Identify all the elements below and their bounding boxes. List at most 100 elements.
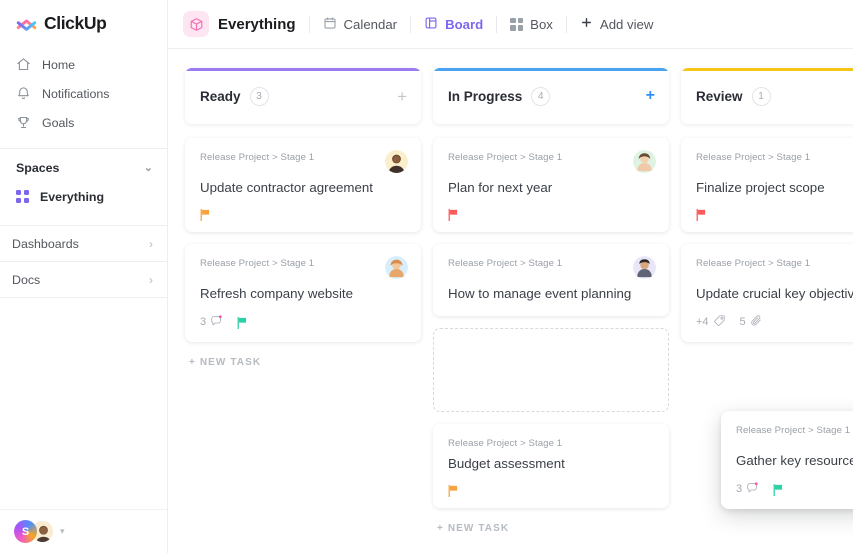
drop-placeholder bbox=[433, 327, 669, 412]
tab-box[interactable]: Box bbox=[497, 9, 566, 39]
sidebar-item-label: Notifications bbox=[42, 86, 110, 101]
task-title: Update crucial key objectives bbox=[696, 285, 853, 301]
add-task-icon[interactable]: + bbox=[397, 88, 407, 105]
clickup-logo[interactable]: ClickUp bbox=[0, 0, 167, 47]
tab-label: Board bbox=[445, 16, 484, 32]
attachment-count-value: 5 bbox=[739, 315, 746, 328]
task-title: Update contractor agreement bbox=[200, 180, 373, 195]
add-view-button[interactable]: Add view bbox=[567, 9, 667, 39]
clickup-app: ClickUp Home Notifications Goals Spaces … bbox=[0, 0, 853, 553]
add-view-label: Add view bbox=[599, 16, 654, 32]
new-task-button[interactable]: + NEW TASK bbox=[433, 520, 669, 534]
board-column-ready: Ready 3 + Release Project > Stage 1 Upda… bbox=[185, 68, 421, 553]
cube-icon bbox=[183, 11, 209, 37]
task-title: Gather key resources bbox=[736, 453, 853, 468]
task-title: Finalize project scope bbox=[696, 180, 825, 195]
priority-flag-icon[interactable] bbox=[448, 208, 459, 222]
task-card[interactable]: Release Project > Stage 1 Plan for next … bbox=[433, 138, 669, 232]
box-grid-icon bbox=[510, 17, 524, 31]
chevron-down-icon[interactable]: ▾ bbox=[60, 526, 65, 537]
tag-count[interactable]: +4 bbox=[696, 314, 726, 330]
avatar[interactable] bbox=[633, 150, 656, 173]
tab-label: Calendar bbox=[343, 16, 398, 32]
column-title: In Progress bbox=[448, 88, 523, 104]
sidebar-item-notifications[interactable]: Notifications bbox=[0, 79, 167, 108]
column-title: Ready bbox=[200, 88, 241, 104]
task-card[interactable]: Release Project > Stage 1 Update contrac… bbox=[185, 138, 421, 232]
view-toolbar: Everything Calendar Board Box Add view bbox=[168, 0, 853, 49]
tab-calendar[interactable]: Calendar bbox=[310, 9, 411, 39]
board-icon bbox=[424, 16, 438, 33]
paperclip-icon bbox=[750, 314, 763, 330]
sidebar-item-label: Everything bbox=[40, 190, 105, 204]
breadcrumb: Release Project > Stage 1 bbox=[736, 425, 851, 436]
add-task-icon[interactable]: + bbox=[646, 88, 655, 104]
chevron-right-icon: › bbox=[149, 272, 153, 287]
task-title: Budget assessment bbox=[448, 455, 565, 471]
sidebar-item-label: Dashboards bbox=[12, 236, 79, 251]
new-task-button[interactable]: + NEW TASK bbox=[185, 354, 421, 368]
user-account-bar[interactable]: S ▾ bbox=[0, 509, 167, 553]
column-accent-bar bbox=[185, 68, 421, 71]
comment-count[interactable]: 3 bbox=[200, 314, 223, 330]
avatar[interactable] bbox=[385, 255, 408, 279]
chevron-down-icon: ⌄ bbox=[143, 161, 153, 174]
spaces-section-header[interactable]: Spaces ⌄ bbox=[0, 149, 167, 183]
task-title: Refresh company website bbox=[200, 285, 353, 301]
comment-count[interactable]: 3 bbox=[736, 481, 759, 497]
attachment-count[interactable]: 5 bbox=[740, 314, 763, 330]
comment-count-value: 3 bbox=[200, 315, 207, 328]
task-title: How to manage event planning bbox=[448, 285, 632, 301]
view-title-everything[interactable]: Everything bbox=[183, 9, 309, 39]
grid-dots-icon bbox=[16, 190, 30, 204]
clickup-logo-icon bbox=[16, 13, 37, 34]
column-accent-bar bbox=[433, 68, 669, 71]
priority-flag-icon[interactable] bbox=[200, 208, 211, 222]
spaces-label: Spaces bbox=[16, 161, 60, 175]
priority-flag-icon[interactable] bbox=[448, 484, 459, 497]
breadcrumb: Release Project > Stage 1 bbox=[448, 257, 563, 269]
avatar[interactable]: S bbox=[14, 520, 37, 543]
plus-icon bbox=[580, 16, 593, 32]
breadcrumb: Release Project > Stage 1 bbox=[448, 437, 563, 449]
page-title: Everything bbox=[218, 15, 296, 33]
sidebar-item-goals[interactable]: Goals bbox=[0, 108, 167, 137]
column-count-badge: 1 bbox=[751, 86, 771, 106]
task-card[interactable]: Release Project > Stage 1 Budget assessm… bbox=[433, 423, 669, 508]
priority-flag-icon[interactable] bbox=[696, 208, 707, 222]
trophy-icon bbox=[16, 115, 31, 130]
column-title: Review bbox=[696, 88, 743, 104]
comment-count-value: 3 bbox=[736, 482, 743, 495]
dragging-task-card[interactable]: Release Project > Stage 1 Gather key res… bbox=[721, 411, 853, 509]
sidebar-item-dashboards[interactable]: Dashboards › bbox=[0, 225, 167, 261]
sidebar-item-label: Goals bbox=[42, 115, 75, 130]
sidebar-nav: Home Notifications Goals bbox=[0, 47, 167, 143]
column-header[interactable]: Review 1 bbox=[681, 68, 853, 124]
breadcrumb: Release Project > Stage 1 bbox=[696, 257, 811, 269]
tag-icon bbox=[713, 314, 726, 330]
priority-flag-icon[interactable] bbox=[773, 483, 784, 497]
breadcrumb: Release Project > Stage 1 bbox=[200, 257, 315, 269]
priority-flag-icon[interactable] bbox=[237, 316, 248, 330]
sidebar-item-docs[interactable]: Docs › bbox=[0, 261, 167, 297]
main-area: Everything Calendar Board Box Add view R… bbox=[168, 0, 853, 553]
column-count-badge: 4 bbox=[531, 86, 551, 106]
task-card[interactable]: Release Project > Stage 1 How to manage … bbox=[433, 243, 669, 316]
sidebar-item-label: Home bbox=[42, 57, 76, 72]
column-header[interactable]: In Progress 4 + bbox=[433, 68, 669, 124]
kanban-board: Ready 3 + Release Project > Stage 1 Upda… bbox=[168, 49, 853, 553]
comment-icon bbox=[746, 481, 759, 497]
column-header[interactable]: Ready 3 + bbox=[185, 68, 421, 124]
board-column-in-progress: In Progress 4 + Release Project > Stage … bbox=[433, 68, 669, 553]
avatar[interactable] bbox=[385, 150, 408, 173]
task-card[interactable]: Release Project > Stage 1 Refresh compan… bbox=[185, 243, 421, 342]
bell-icon bbox=[16, 86, 31, 101]
sidebar-item-home[interactable]: Home bbox=[0, 50, 167, 79]
tab-board[interactable]: Board bbox=[411, 9, 496, 39]
calendar-icon bbox=[323, 16, 337, 33]
task-card[interactable]: Release Project > Stage 1 Finalize proje… bbox=[681, 138, 853, 232]
task-card[interactable]: Release Project > Stage 1 Update crucial… bbox=[681, 243, 853, 342]
avatar[interactable] bbox=[633, 255, 656, 279]
sidebar-item-everything[interactable]: Everything bbox=[0, 183, 167, 211]
breadcrumb: Release Project > Stage 1 bbox=[448, 152, 563, 163]
